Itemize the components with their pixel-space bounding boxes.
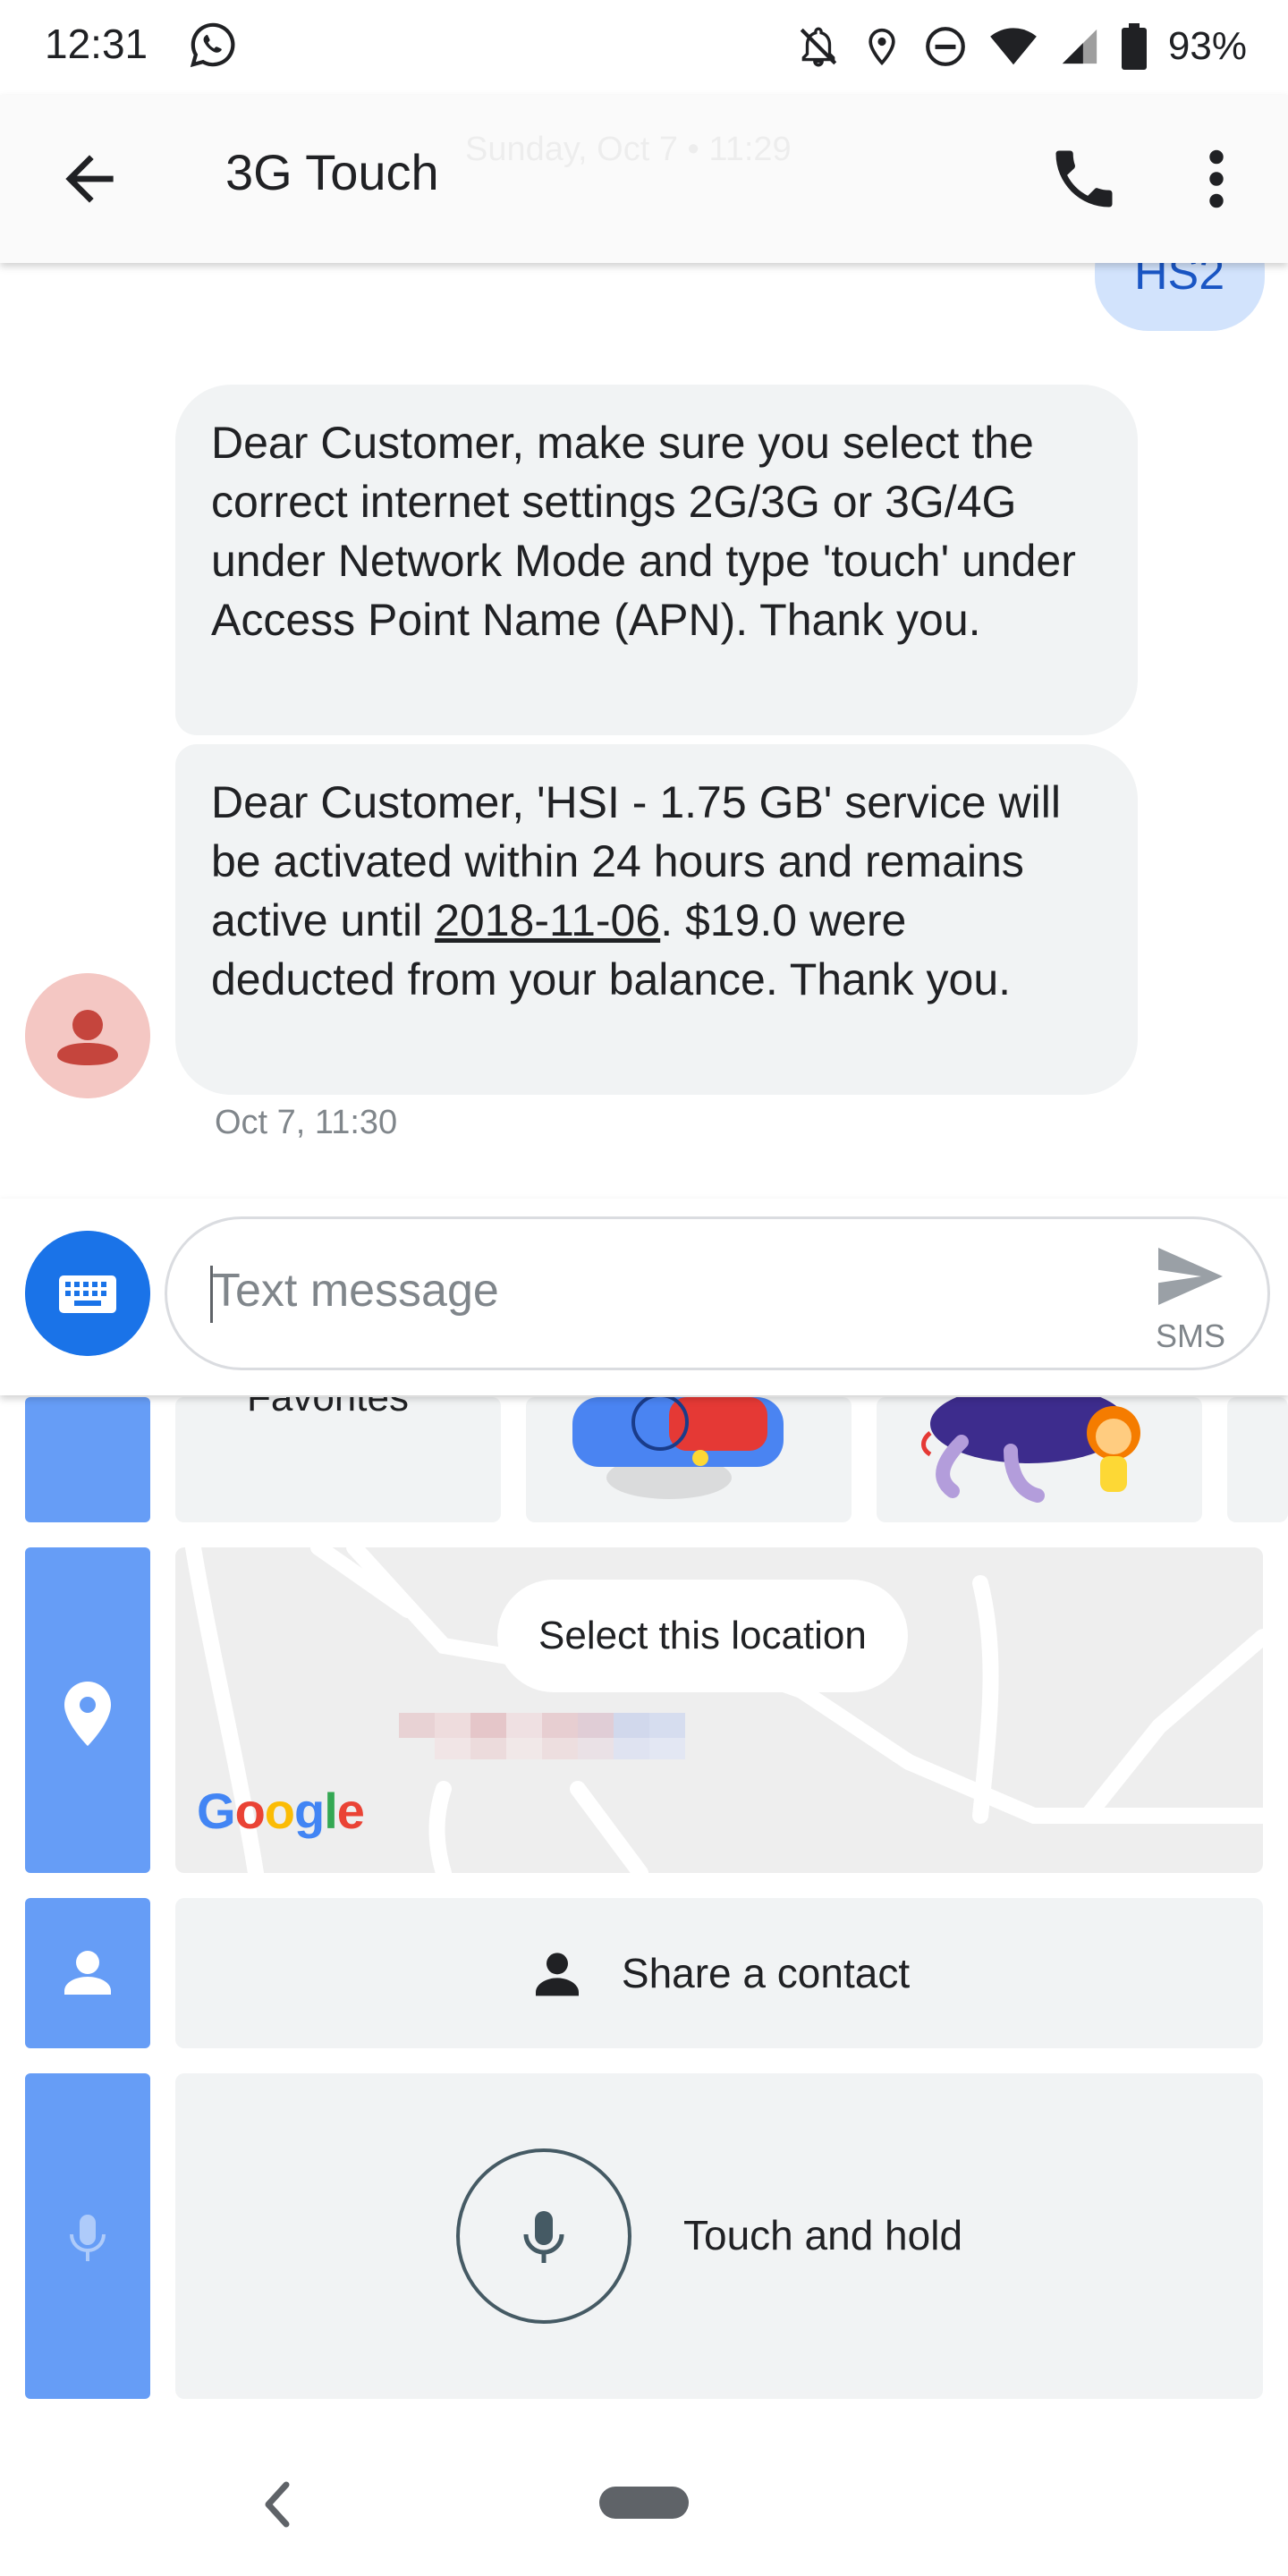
- select-location-button[interactable]: Select this location: [497, 1580, 908, 1692]
- tab-contact[interactable]: [25, 1898, 150, 2048]
- mic-icon: [523, 2211, 564, 2263]
- message-text: Dear Customer, make sure you select the …: [211, 418, 1076, 645]
- person-icon: [535, 1953, 579, 1996]
- voice-recorder-card: Touch and hold: [175, 2073, 1263, 2399]
- favorites-label: Favorites: [247, 1397, 409, 1419]
- battery-icon: [1121, 23, 1147, 70]
- ghost-date-header: Sunday, Oct 7 • 11:29: [465, 131, 792, 168]
- sticker-card[interactable]: [526, 1397, 852, 1522]
- sticker-card[interactable]: [877, 1397, 1202, 1522]
- conversation-title: 3G Touch: [225, 144, 439, 200]
- location-icon: [869, 28, 895, 66]
- sticker-card[interactable]: [1227, 1397, 1288, 1522]
- notifications-off-icon: [800, 27, 837, 67]
- touch-and-hold-label: Touch and hold: [683, 2212, 963, 2258]
- system-nav-bar: [0, 2433, 1288, 2576]
- send-button[interactable]: SMS: [1146, 1241, 1235, 1357]
- share-contact-label: Share a contact: [621, 1950, 911, 1996]
- keyboard-icon[interactable]: [25, 1231, 150, 1356]
- favorites-card[interactable]: Favorites: [175, 1397, 501, 1522]
- date-link[interactable]: 2018-11-06: [435, 895, 660, 945]
- nav-home-pill[interactable]: [599, 2487, 689, 2519]
- contact-avatar[interactable]: [25, 973, 150, 1098]
- phone-icon[interactable]: [1046, 141, 1122, 216]
- signal-icon: [1062, 29, 1097, 64]
- monkey-sticker: [921, 1397, 1140, 1503]
- send-type-label: SMS: [1155, 1318, 1225, 1354]
- do-not-disturb-icon: [926, 27, 965, 66]
- status-icons: 93%: [796, 20, 1247, 73]
- app-bar: Sunday, Oct 7 • 11:29 3G Touch: [0, 95, 1288, 263]
- received-message-bubble[interactable]: Dear Customer, make sure you select the …: [175, 385, 1138, 735]
- tab-voice[interactable]: [25, 2073, 150, 2399]
- share-contact-button[interactable]: Share a contact: [175, 1898, 1263, 2048]
- wifi-icon: [990, 28, 1037, 65]
- tab-stickers[interactable]: [25, 1397, 150, 1522]
- whatsapp-icon: [190, 22, 235, 68]
- battery-percent: 93%: [1167, 24, 1247, 68]
- google-logo: Google: [197, 1783, 365, 1839]
- status-bar: 12:31 93%: [0, 0, 1288, 95]
- tab-location[interactable]: [25, 1547, 150, 1873]
- message-input-placeholder: Text message: [212, 1265, 499, 1317]
- location-pin-icon: [64, 1682, 111, 1746]
- record-voice-button[interactable]: [456, 2148, 631, 2324]
- nav-back-icon[interactable]: [259, 2479, 295, 2529]
- blue-creature-sticker: [572, 1397, 784, 1499]
- location-map[interactable]: Select this location Google: [175, 1547, 1263, 1873]
- message-timestamp: Oct 7, 11:30: [215, 1104, 398, 1141]
- status-time: 12:31: [45, 21, 148, 67]
- back-arrow-icon[interactable]: [54, 143, 125, 215]
- received-message-bubble[interactable]: Dear Customer, 'HSI - 1.75 GB' service w…: [175, 744, 1138, 1095]
- more-vert-icon[interactable]: [1190, 141, 1243, 216]
- send-icon: [1158, 1248, 1223, 1305]
- person-icon: [72, 1010, 103, 1040]
- person-icon: [64, 1951, 111, 1995]
- mic-icon: [70, 2215, 106, 2261]
- message-input[interactable]: Text message SMS: [165, 1216, 1270, 1370]
- compose-area: Text message SMS: [0, 1199, 1288, 1395]
